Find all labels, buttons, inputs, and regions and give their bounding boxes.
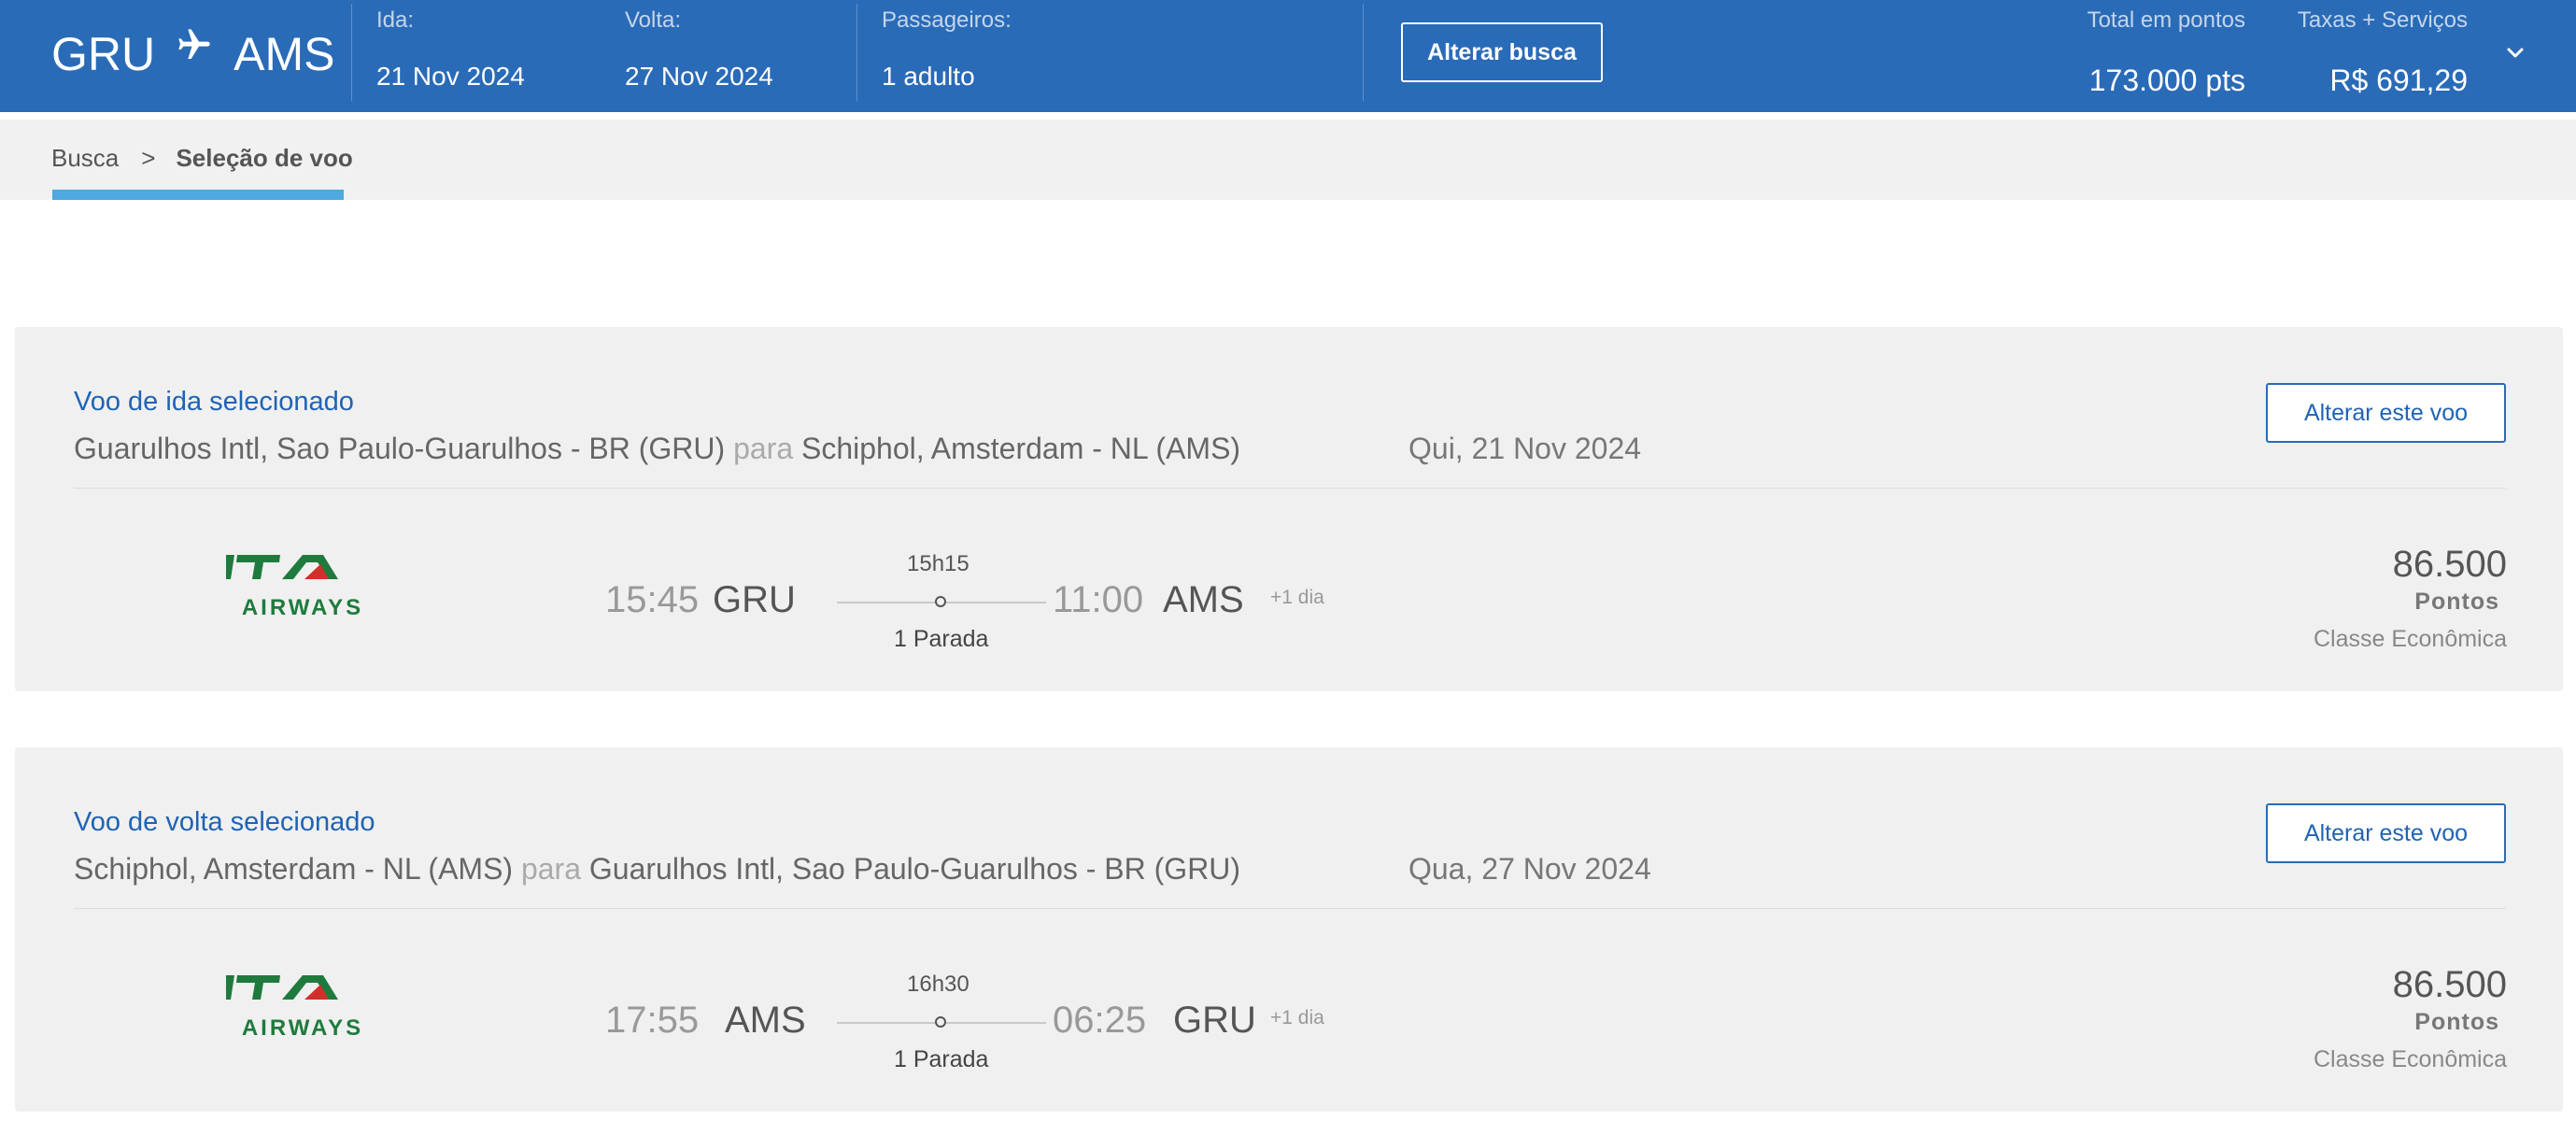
flight-stops: 1 Parada <box>894 626 989 652</box>
points-label: Pontos <box>2414 589 2499 615</box>
flight-duration: 16h30 <box>907 972 970 997</box>
plus-day-badge: +1 dia <box>1270 1007 1324 1029</box>
ita-airways-logo: AIRWAYS <box>226 975 363 1039</box>
flight-points: 86.500 <box>2392 964 2507 1005</box>
alterar-busca-button[interactable]: Alterar busca <box>1401 22 1603 82</box>
passageiros-label: Passageiros: <box>882 7 1012 33</box>
route-connector: para <box>733 432 794 465</box>
departure-time: 15:45 <box>605 579 700 620</box>
volta-value: 27 Nov 2024 <box>625 62 773 91</box>
route-to: Guarulhos Intl, Sao Paulo-Guarulhos - BR… <box>588 852 1241 886</box>
flight-points: 86.500 <box>2392 544 2507 585</box>
total-pontos-value: 173.000 pts <box>2088 64 2245 97</box>
airline-logo-text: AIRWAYS <box>242 595 363 618</box>
ida-value: 21 Nov 2024 <box>376 62 525 91</box>
points-label: Pontos <box>2414 1009 2499 1035</box>
passageiros-field: Passageiros: 1 adulto <box>882 7 1087 101</box>
flight-card-title: Voo de ida selecionado <box>74 387 354 417</box>
stop-dot-icon <box>935 596 946 607</box>
route-connector: para <box>520 852 581 886</box>
taxas-value: R$ 691,29 <box>2329 64 2468 97</box>
total-pontos-label: Total em pontos <box>2087 7 2245 33</box>
taxas-label: Taxas + Serviços <box>2297 7 2468 33</box>
cabin-class: Classe Econômica <box>2313 626 2507 652</box>
stop-dot-icon <box>935 1016 946 1028</box>
breadcrumb-items: Busca > Seleção de voo <box>51 144 353 173</box>
arrival-airport: AMS <box>1163 579 1244 620</box>
volta-field: Volta: 27 Nov 2024 <box>625 7 812 101</box>
flight-route: Guarulhos Intl, Sao Paulo-Guarulhos - BR… <box>74 432 1240 466</box>
route-summary: GRU AMS <box>51 26 334 82</box>
route-from: Guarulhos Intl, Sao Paulo-Guarulhos - BR… <box>74 432 726 465</box>
volta-label: Volta: <box>625 7 682 33</box>
breadcrumb-active-indicator <box>52 190 344 200</box>
alterar-voo-button[interactable]: Alterar este voo <box>2266 803 2506 863</box>
arrival-time: 06:25 <box>1053 1000 1147 1041</box>
cabin-class: Classe Econômica <box>2313 1046 2507 1072</box>
breadcrumb-selecao-de-voo: Seleção de voo <box>176 144 353 172</box>
flight-card-volta: Voo de volta selecionado Schiphol, Amste… <box>15 747 2563 1112</box>
flight-date: Qua, 27 Nov 2024 <box>1408 852 1651 886</box>
airline-logo-text: AIRWAYS <box>242 1015 363 1039</box>
breadcrumb: Busca > Seleção de voo <box>0 120 2576 200</box>
divider <box>351 4 352 101</box>
departure-time: 17:55 <box>605 1000 700 1041</box>
route-from: Schiphol, Amsterdam - NL (AMS) <box>74 852 514 886</box>
flight-date: Qui, 21 Nov 2024 <box>1408 432 1642 465</box>
plus-day-badge: +1 dia <box>1270 587 1324 608</box>
ida-field: Ida: 21 Nov 2024 <box>376 7 563 101</box>
breadcrumb-busca[interactable]: Busca <box>51 144 119 173</box>
divider <box>74 908 2506 909</box>
destination-code: AMS <box>234 28 335 80</box>
flight-stops: 1 Parada <box>894 1046 989 1072</box>
passageiros-value: 1 adulto <box>882 62 975 91</box>
airplane-icon <box>178 29 210 59</box>
search-summary-bar: GRU AMS Ida: 21 Nov 2024 Volta: 27 Nov 2… <box>0 0 2576 112</box>
chevron-down-icon[interactable] <box>2504 41 2526 64</box>
total-pontos: Total em pontos 173.000 pts <box>2036 7 2245 101</box>
divider <box>1363 4 1364 101</box>
origin-code: GRU <box>51 28 156 80</box>
flight-duration: 15h15 <box>907 551 970 576</box>
alterar-voo-button[interactable]: Alterar este voo <box>2266 383 2506 443</box>
flight-card-ida: Voo de ida selecionado Guarulhos Intl, S… <box>15 327 2563 691</box>
arrival-time: 11:00 <box>1053 579 1144 620</box>
ita-airways-logo: AIRWAYS <box>226 555 363 618</box>
departure-airport: GRU <box>713 579 796 620</box>
breadcrumb-separator: > <box>141 144 156 172</box>
taxas-servicos: Taxas + Serviços R$ 691,29 <box>2260 7 2468 101</box>
departure-airport: AMS <box>725 1000 806 1041</box>
ida-label: Ida: <box>376 7 415 33</box>
divider <box>856 4 857 101</box>
flight-route: Schiphol, Amsterdam - NL (AMS) para Guar… <box>74 852 1240 887</box>
flight-card-title: Voo de volta selecionado <box>74 807 375 837</box>
arrival-airport: GRU <box>1173 1000 1256 1041</box>
route-to: Schiphol, Amsterdam - NL (AMS) <box>801 432 1241 465</box>
divider <box>74 488 2506 489</box>
